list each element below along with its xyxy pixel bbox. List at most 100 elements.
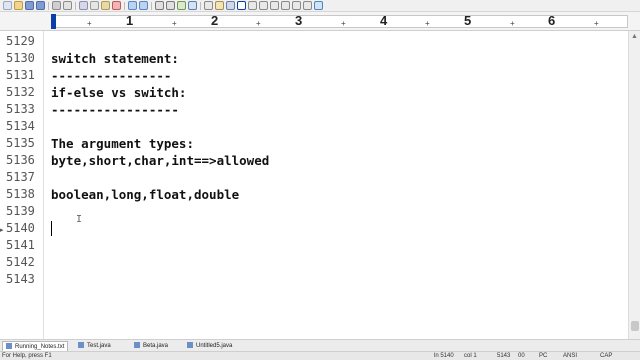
line-number: 5143 [6, 272, 35, 286]
new-file-icon[interactable] [3, 1, 12, 10]
java-file-icon [187, 342, 193, 348]
replace-icon[interactable] [177, 1, 186, 10]
ruler-number: 3 [295, 13, 303, 28]
save-all-icon[interactable] [36, 1, 45, 10]
view-mode-icon[interactable] [237, 1, 246, 10]
tab-label: Running_Notes.txt [15, 344, 65, 350]
status-total-lines: 5143 [497, 353, 511, 359]
status-caps-lock: CAP [600, 353, 613, 359]
tools-icon[interactable] [270, 1, 279, 10]
delete-icon[interactable] [112, 1, 121, 10]
code-line: switch statement: [51, 51, 179, 66]
ruler: + 1 + 2 + 3 + 4 + 5 + 6 + [0, 12, 640, 31]
paste-icon[interactable] [101, 1, 110, 10]
tab-label: Beta.java [143, 343, 169, 349]
open-folder-icon[interactable] [14, 1, 23, 10]
ruler-tick: + [425, 19, 430, 28]
line-number: 5141 [6, 238, 35, 252]
code-line: ----------------- [51, 102, 179, 117]
line-number: 5130 [6, 51, 35, 65]
tab-test-java[interactable]: Test.java [78, 341, 111, 351]
ruler-tick: + [510, 19, 515, 28]
line-number: 5134 [6, 119, 35, 133]
status-line-ending: PC [539, 353, 548, 359]
toolbar-separator [151, 2, 152, 10]
code-line: The argument types: [51, 136, 194, 151]
java-file-icon [78, 342, 84, 348]
column-mode-icon[interactable] [248, 1, 257, 10]
toolbar-separator [48, 2, 49, 10]
toolbar [0, 0, 640, 12]
text-caret [51, 221, 52, 236]
ruler-tick: + [341, 19, 346, 28]
ruler-number: 5 [464, 13, 472, 28]
status-column: col 1 [464, 353, 477, 359]
status-help-text: For Help, press F1 [2, 353, 52, 359]
scroll-up-icon[interactable]: ▲ [631, 33, 638, 40]
line-number: 5140 [6, 221, 35, 235]
line-numbers-icon[interactable] [226, 1, 235, 10]
code-line: byte,short,char,int==>allowed [51, 153, 270, 168]
ibeam-cursor-icon: I [76, 214, 83, 225]
java-file-icon [134, 342, 140, 348]
ruler-tick: + [594, 19, 599, 28]
ruler-number: 2 [211, 13, 219, 28]
line-number: 5139 [6, 204, 35, 218]
line-number-gutter[interactable]: 5129 5130 5131 5132 5133 5134 5135 5136 … [0, 31, 44, 339]
status-selection: 00 [518, 353, 525, 359]
status-line: ln 5140 [434, 353, 454, 359]
tab-untitled5-java[interactable]: Untitled5.java [187, 341, 232, 351]
text-editor[interactable]: 5129 5130 5131 5132 5133 5134 5135 5136 … [0, 31, 628, 339]
goto-icon[interactable] [188, 1, 197, 10]
vertical-scrollbar[interactable]: ▲ [628, 31, 640, 339]
save-icon[interactable] [25, 1, 34, 10]
print-icon[interactable] [52, 1, 61, 10]
ruler-number: 6 [548, 13, 556, 28]
toolbar-separator [75, 2, 76, 10]
ruler-start-marker[interactable] [51, 14, 56, 29]
code-line: if-else vs switch: [51, 85, 187, 100]
code-line: boolean,long,float,double [51, 187, 240, 202]
ruler-tick: + [256, 19, 261, 28]
tab-label: Untitled5.java [196, 343, 233, 349]
redo-icon[interactable] [139, 1, 148, 10]
line-number: 5136 [6, 153, 35, 167]
copy-icon[interactable] [90, 1, 99, 10]
status-encoding: ANSI [563, 353, 578, 359]
line-number: 5138 [6, 187, 35, 201]
hex-mode-icon[interactable] [259, 1, 268, 10]
browser-icon[interactable] [281, 1, 290, 10]
document-tabs: Running_Notes.txt Test.java Beta.java Un… [0, 339, 640, 351]
ruler-toggle-icon[interactable] [215, 1, 224, 10]
word-wrap-icon[interactable] [204, 1, 213, 10]
line-number: 5142 [6, 255, 35, 269]
tab-label: Test.java [87, 343, 111, 349]
line-number: 5137 [6, 170, 35, 184]
undo-icon[interactable] [128, 1, 137, 10]
help-icon[interactable] [314, 1, 323, 10]
toolbar-separator [124, 2, 125, 10]
scrollbar-thumb[interactable] [631, 321, 639, 331]
code-line: ---------------- [51, 68, 172, 83]
settings-icon[interactable] [303, 1, 312, 10]
find-icon[interactable] [155, 1, 164, 10]
ruler-number: 4 [380, 13, 388, 28]
ruler-tick: + [172, 19, 177, 28]
line-number: 5135 [6, 136, 35, 150]
cut-icon[interactable] [79, 1, 88, 10]
toolbar-separator [200, 2, 201, 10]
macro-icon[interactable] [292, 1, 301, 10]
tab-running-notes[interactable]: Running_Notes.txt [2, 341, 69, 351]
ruler-number: 1 [126, 13, 134, 28]
line-number: 5131 [6, 68, 35, 82]
line-number: 5132 [6, 85, 35, 99]
line-number: 5129 [6, 34, 35, 48]
ruler-tick: + [87, 19, 92, 28]
status-bar: For Help, press F1 ln 5140 col 1 5143 00… [0, 351, 640, 360]
tab-beta-java[interactable]: Beta.java [134, 341, 168, 351]
text-file-icon [6, 343, 12, 349]
print-preview-icon[interactable] [63, 1, 72, 10]
line-number: 5133 [6, 102, 35, 116]
current-line-arrow-icon: ▸ [0, 227, 4, 234]
find-next-icon[interactable] [166, 1, 175, 10]
